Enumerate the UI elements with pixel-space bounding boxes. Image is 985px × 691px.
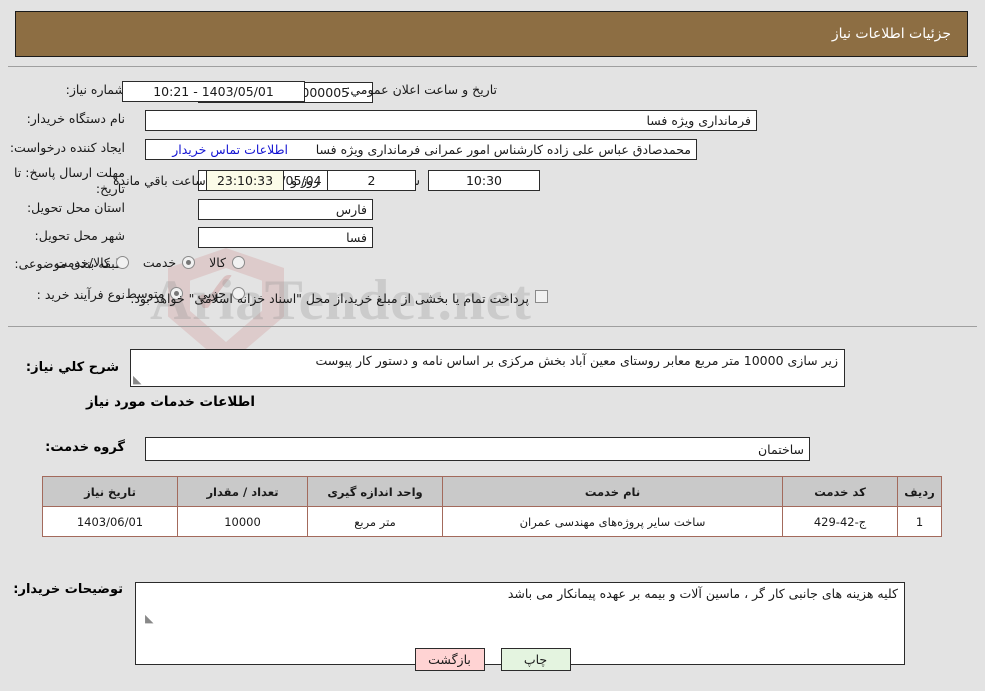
service-group-label: گروه خدمت: (45, 440, 125, 455)
treasury-bonds-note: پرداخت تمام یا بخشی از مبلغ خرید،از محل … (130, 291, 529, 306)
city-label: شهر محل تحویل: (34, 228, 125, 243)
province-label-wrap: استان محل تحویل: (27, 200, 125, 217)
table-header-quantity: تعداد / مقدار (177, 476, 308, 507)
services-table-wrap: ردیف کد خدمت نام خدمت واحد اندازه گیری ت… (42, 476, 942, 537)
category-radio-khedmat-label: خدمت (142, 255, 177, 270)
category-radio-kala-khedmat-label: کالا/خدمت (55, 255, 110, 270)
category-radio-kala-label: کالا (209, 255, 226, 270)
cell-quantity: 10000 (177, 506, 308, 537)
general-description-label: شرح کلي نیاز: (25, 360, 119, 375)
announce-datetime-field[interactable]: 1403/05/01 - 10:21 (122, 81, 305, 102)
page-header: جزئیات اطلاعات نیاز (15, 11, 968, 57)
cell-service-name: ساخت سایر پروژه‌های مهندسی عمران (442, 506, 783, 537)
services-section-heading: اطلاعات خدمات مورد نیاز (85, 394, 255, 410)
table-header-row-no: ردیف (897, 476, 942, 507)
category-radio-khedmat[interactable] (182, 256, 196, 269)
table-header-need-date: تاریخ نیاز (42, 476, 178, 507)
treasury-bonds-checkbox[interactable] (535, 290, 548, 303)
city-field[interactable]: فسا (198, 227, 373, 248)
remaining-days-field: 2 (327, 170, 416, 191)
general-description-textarea[interactable]: زیر سازی 10000 متر مربع معابر روستای معی… (130, 349, 845, 387)
cell-need-date: 1403/06/01 (42, 506, 178, 537)
buyer-contact-link[interactable]: اطلاعات تماس خریدار (172, 142, 288, 157)
table-row: 1 ج-42-429 ساخت سایر پروژه‌های مهندسی عم… (42, 506, 942, 537)
action-buttons: چاپ بازگشت (0, 648, 985, 671)
back-button[interactable]: بازگشت (414, 648, 485, 671)
remaining-hours-label: ساعت باقي مانده (113, 173, 206, 188)
need-number-label-wrap: شماره نیاز: (13, 82, 125, 99)
announce-label-wrap: تاریخ و ساعت اعلان عمومي: (346, 82, 497, 99)
need-number-label: شماره نیاز: (65, 82, 125, 97)
print-button[interactable]: چاپ (500, 648, 571, 671)
buyer-notes-resize-grip-icon[interactable]: ◢ (145, 612, 153, 625)
creator-label: ایجاد کننده درخواست: (9, 140, 125, 155)
page-root: ✓ AriaTender.net جزئیات اطلاعات نیاز شما… (0, 0, 985, 691)
province-field[interactable]: فارس (198, 199, 373, 220)
province-label: استان محل تحویل: (26, 200, 125, 215)
remaining-days-label: روز و (291, 173, 320, 188)
creator-label-wrap: ایجاد کننده درخواست: (10, 140, 125, 157)
buyer-org-field[interactable]: فرمانداری ویژه فسا (145, 110, 757, 131)
deadline-label: مهلت ارسال پاسخ: تا تاریخ: (14, 165, 125, 196)
cell-service-code: ج-42-429 (782, 506, 898, 537)
deadline-hour-field[interactable]: 10:30 (428, 170, 540, 191)
table-header-service-name: نام خدمت (442, 476, 783, 507)
city-label-wrap: شهر محل تحویل: (35, 228, 125, 245)
table-header-service-code: کد خدمت (782, 476, 898, 507)
services-table: ردیف کد خدمت نام خدمت واحد اندازه گیری ت… (42, 476, 942, 537)
announce-datetime-label: تاریخ و ساعت اعلان عمومي: (346, 82, 497, 97)
buyer-org-label: نام دستگاه خریدار: (26, 111, 125, 126)
cell-unit: متر مربع (307, 506, 443, 537)
buyer-notes-label: توضیحات خریدار: (13, 582, 123, 597)
table-header-row: ردیف کد خدمت نام خدمت واحد اندازه گیری ت… (42, 476, 942, 507)
category-radio-kala[interactable] (232, 256, 245, 269)
category-radio-kala-khedmat[interactable] (115, 256, 129, 269)
page-title: جزئیات اطلاعات نیاز (831, 26, 951, 42)
cell-row-no: 1 (897, 506, 942, 537)
service-group-field[interactable]: ساختمان (145, 437, 810, 461)
table-header-unit: واحد اندازه گیری (307, 476, 443, 507)
deadline-label-wrap: مهلت ارسال پاسخ: تا تاریخ: (10, 165, 125, 196)
category-radio-group: کالا خدمت کالا/خدمت (41, 255, 245, 270)
buyer-org-label-wrap: نام دستگاه خریدار: (27, 111, 125, 128)
countdown-timer-field: 23:10:33 (206, 170, 284, 191)
